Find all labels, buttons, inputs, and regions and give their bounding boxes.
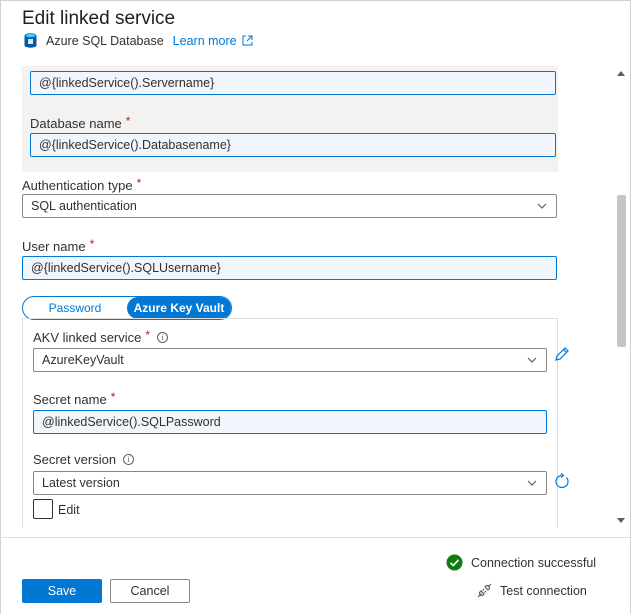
header-subtitle: Azure SQL Database Learn more [24, 33, 253, 48]
authentication-type-label-text: Authentication type [22, 178, 133, 193]
akv-linked-service-select[interactable]: AzureKeyVault [33, 348, 547, 372]
azure-key-vault-option[interactable]: Azure Key Vault [127, 297, 231, 319]
connection-status-text: Connection successful [471, 555, 597, 570]
user-name-label: User name * [22, 237, 94, 254]
sql-database-icon [24, 33, 37, 48]
chevron-down-icon [527, 357, 537, 363]
secret-version-label-text: Secret version [33, 452, 117, 467]
chevron-down-icon [527, 480, 537, 486]
password-option[interactable]: Password [23, 297, 127, 319]
save-button[interactable]: Save [22, 579, 102, 603]
authentication-type-select[interactable]: SQL authentication [22, 194, 557, 218]
user-name-input[interactable]: @{linkedService().SQLUsername} [22, 256, 557, 280]
edit-checkbox[interactable] [33, 499, 53, 519]
required-marker: * [145, 328, 151, 342]
vertical-scrollbar[interactable] [614, 66, 628, 528]
plug-icon [477, 583, 492, 598]
secret-version-value: Latest version [42, 476, 120, 490]
cancel-button[interactable]: Cancel [110, 579, 190, 603]
info-icon[interactable]: i [157, 332, 169, 343]
database-name-label: Database name * [30, 114, 130, 131]
scroll-up-arrow-icon[interactable] [617, 70, 625, 76]
akv-linked-service-label-text: AKV linked service [33, 330, 142, 345]
akv-linked-service-label: AKV linked service * i [33, 328, 169, 345]
akv-linked-service-value: AzureKeyVault [42, 353, 124, 367]
azure-key-vault-panel: AKV linked service * i AzureKeyVault Secre… [22, 318, 558, 528]
learn-more-label: Learn more [172, 33, 237, 48]
secret-name-label-text: Secret name [33, 392, 107, 407]
required-marker: * [136, 176, 142, 190]
page-title: Edit linked service [22, 8, 176, 29]
edit-pencil-icon[interactable] [553, 346, 570, 363]
form-scroll-area[interactable]: @{linkedService().Servername} Database n… [0, 66, 631, 528]
service-type-label: Azure SQL Database [46, 33, 164, 48]
edit-checkbox-label: Edit [58, 503, 80, 517]
user-name-label-text: User name [22, 239, 86, 254]
test-connection-label: Test connection [500, 583, 587, 598]
parameters-box: @{linkedService().Servername} Database n… [22, 66, 558, 172]
info-icon[interactable]: i [123, 454, 135, 465]
password-source-toggle[interactable]: Password Azure Key Vault [22, 296, 232, 320]
connection-status: Connection successful [446, 554, 596, 571]
learn-more-link[interactable]: Learn more [173, 34, 253, 48]
test-connection-button[interactable]: Test connection [476, 582, 587, 599]
refresh-icon[interactable] [553, 473, 570, 490]
scroll-down-arrow-icon[interactable] [617, 518, 625, 524]
success-check-icon [446, 554, 463, 571]
required-marker: * [110, 390, 116, 404]
footer-divider [0, 537, 631, 538]
chevron-down-icon [537, 203, 547, 209]
required-marker: * [89, 237, 95, 251]
secret-version-select[interactable]: Latest version [33, 471, 547, 495]
secret-name-input[interactable]: @linkedService().SQLPassword [33, 410, 547, 434]
scrollbar-thumb[interactable] [617, 195, 626, 347]
required-marker: * [125, 114, 131, 128]
secret-name-label: Secret name * [33, 390, 115, 407]
authentication-type-value: SQL authentication [31, 199, 137, 213]
database-name-input[interactable]: @{linkedService().Databasename} [30, 133, 556, 157]
secret-version-label: Secret version i [33, 452, 135, 467]
database-name-label-text: Database name [30, 116, 122, 131]
servername-input[interactable]: @{linkedService().Servername} [30, 71, 556, 95]
external-link-icon [242, 35, 253, 46]
authentication-type-label: Authentication type * [22, 176, 141, 193]
